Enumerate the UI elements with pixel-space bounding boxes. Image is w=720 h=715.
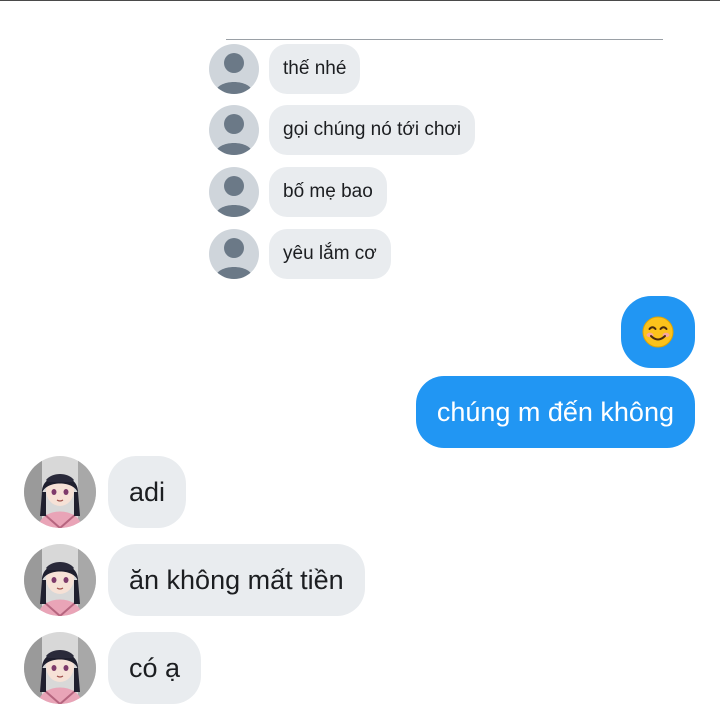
default-avatar-icon[interactable] <box>209 105 259 155</box>
thread-divider <box>226 39 663 40</box>
message-bubble[interactable]: ăn không mất tiền <box>108 544 365 616</box>
message-row: ăn không mất tiền <box>24 544 365 616</box>
contact-avatar[interactable] <box>24 456 96 528</box>
default-avatar-icon[interactable] <box>209 167 259 217</box>
message-row: yêu lắm cơ <box>209 229 391 279</box>
message-row: gọi chúng nó tới chơi <box>209 105 476 155</box>
contact-avatar[interactable] <box>24 544 96 616</box>
message-bubble[interactable]: có ạ <box>108 632 202 704</box>
smiling-face-emoji-icon <box>642 316 674 348</box>
message-row: thế nhé <box>209 44 361 94</box>
default-avatar-icon[interactable] <box>209 44 259 94</box>
default-avatar-icon[interactable] <box>209 229 259 279</box>
outgoing-emoji-bubble[interactable] <box>621 296 695 368</box>
message-row: adi <box>24 456 187 528</box>
message-row: bố mẹ bao <box>209 167 387 217</box>
outgoing-message-bubble[interactable]: chúng m đến không <box>415 376 695 448</box>
message-row: có ạ <box>24 632 202 704</box>
contact-avatar[interactable] <box>24 632 96 704</box>
top-divider <box>0 0 720 1</box>
message-bubble[interactable]: yêu lắm cơ <box>269 229 391 279</box>
message-bubble[interactable]: gọi chúng nó tới chơi <box>269 105 476 155</box>
message-bubble[interactable]: bố mẹ bao <box>269 167 387 217</box>
message-bubble[interactable]: adi <box>108 456 187 528</box>
outgoing-message-row: chúng m đến không <box>415 376 695 448</box>
message-bubble[interactable]: thế nhé <box>269 44 361 94</box>
